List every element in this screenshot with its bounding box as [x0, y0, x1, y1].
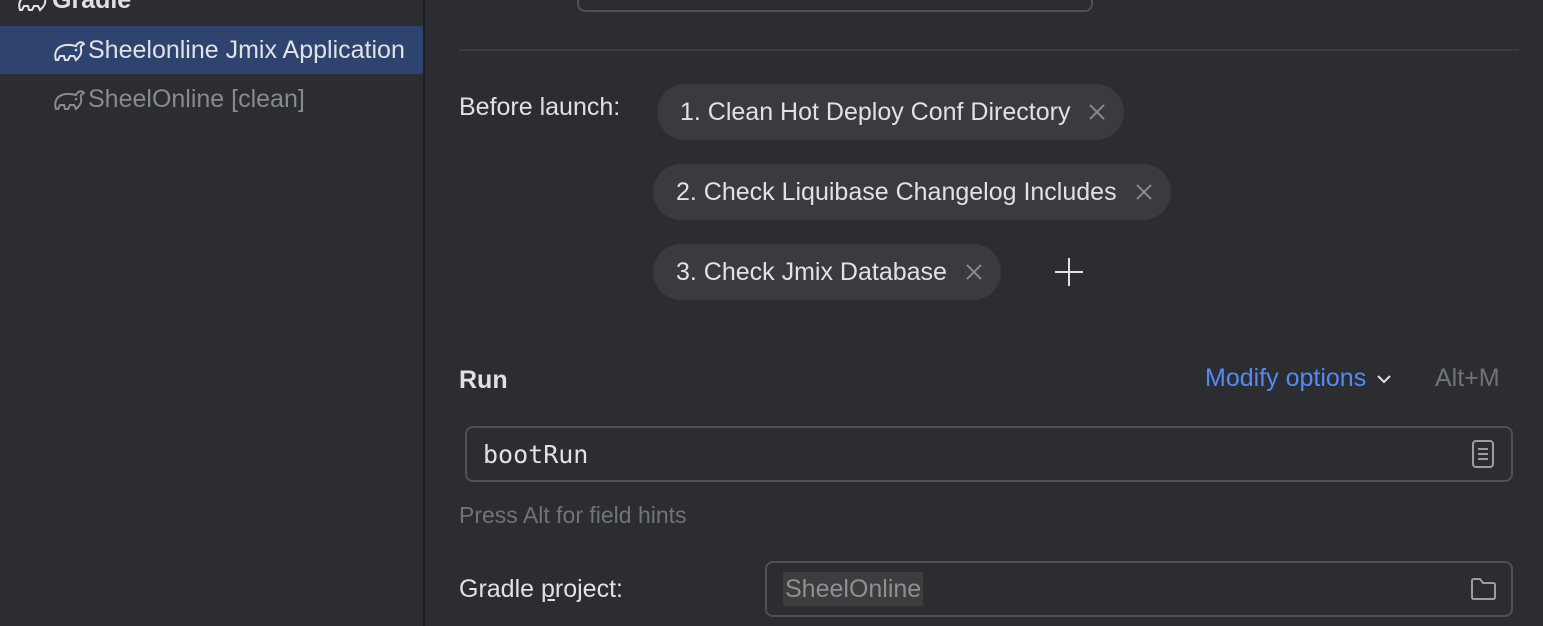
modify-options-label: Modify options: [1205, 364, 1367, 392]
task-chip-label: 1. Clean Hot Deploy Conf Directory: [680, 97, 1071, 126]
field-hints-text: Press Alt for field hints: [459, 502, 687, 528]
plus-icon[interactable]: [1055, 258, 1083, 286]
before-launch-task-chip[interactable]: 3. Check Jmix Database: [653, 244, 1001, 300]
label-part: Gradle: [459, 575, 541, 603]
task-chip-label: 3. Check Jmix Database: [676, 257, 947, 286]
tree-group-label: Gradle: [52, 0, 131, 15]
modify-options-shortcut: Alt+M: [1435, 364, 1500, 392]
modify-options-link[interactable]: Modify options: [1205, 364, 1392, 393]
folder-icon[interactable]: [1469, 574, 1497, 604]
label-part: roject:: [554, 575, 623, 603]
label-mnemonic: p: [540, 575, 555, 603]
gradle-task-value[interactable]: bootRun: [467, 440, 1469, 469]
run-section-title: Run: [459, 366, 508, 394]
run-config-tree: Gradle Sheelonline Jmix Application Shee…: [0, 0, 423, 626]
gradle-elephant-icon: [54, 41, 86, 62]
tree-item-label: Sheelonline Jmix Application: [88, 35, 405, 64]
gradle-project-input[interactable]: SheelOnline: [765, 561, 1513, 617]
tree-item-label: SheelOnline [clean]: [88, 84, 305, 113]
before-launch-task-chip[interactable]: 1. Clean Hot Deploy Conf Directory: [657, 84, 1125, 140]
task-chip-label: 2. Check Liquibase Changelog Includes: [676, 177, 1117, 206]
top-field-partial[interactable]: [577, 0, 1093, 12]
gradle-elephant-icon: [54, 90, 86, 111]
gradle-project-label: Gradle project:: [459, 575, 623, 604]
chevron-down-icon: [1377, 374, 1391, 383]
gradle-task-input[interactable]: bootRun: [465, 426, 1513, 482]
close-icon[interactable]: [965, 263, 983, 281]
gradle-elephant-icon: [18, 0, 47, 12]
tree-item-sheelonline-jmix-application[interactable]: Sheelonline Jmix Application: [0, 26, 423, 74]
before-launch-task-chip[interactable]: 2. Check Liquibase Changelog Includes: [653, 164, 1171, 220]
gradle-project-value[interactable]: SheelOnline: [783, 572, 924, 606]
tree-item-sheelonline-clean[interactable]: SheelOnline [clean]: [0, 75, 423, 123]
before-launch-label: Before launch:: [459, 93, 621, 121]
close-icon[interactable]: [1088, 103, 1106, 121]
tree-group-gradle[interactable]: Gradle: [0, 0, 423, 24]
separator: [459, 49, 1519, 51]
config-panel: Before launch: 1. Clean Hot Deploy Conf …: [425, 0, 1543, 626]
close-icon[interactable]: [1135, 183, 1153, 201]
document-list-icon[interactable]: [1469, 439, 1497, 469]
